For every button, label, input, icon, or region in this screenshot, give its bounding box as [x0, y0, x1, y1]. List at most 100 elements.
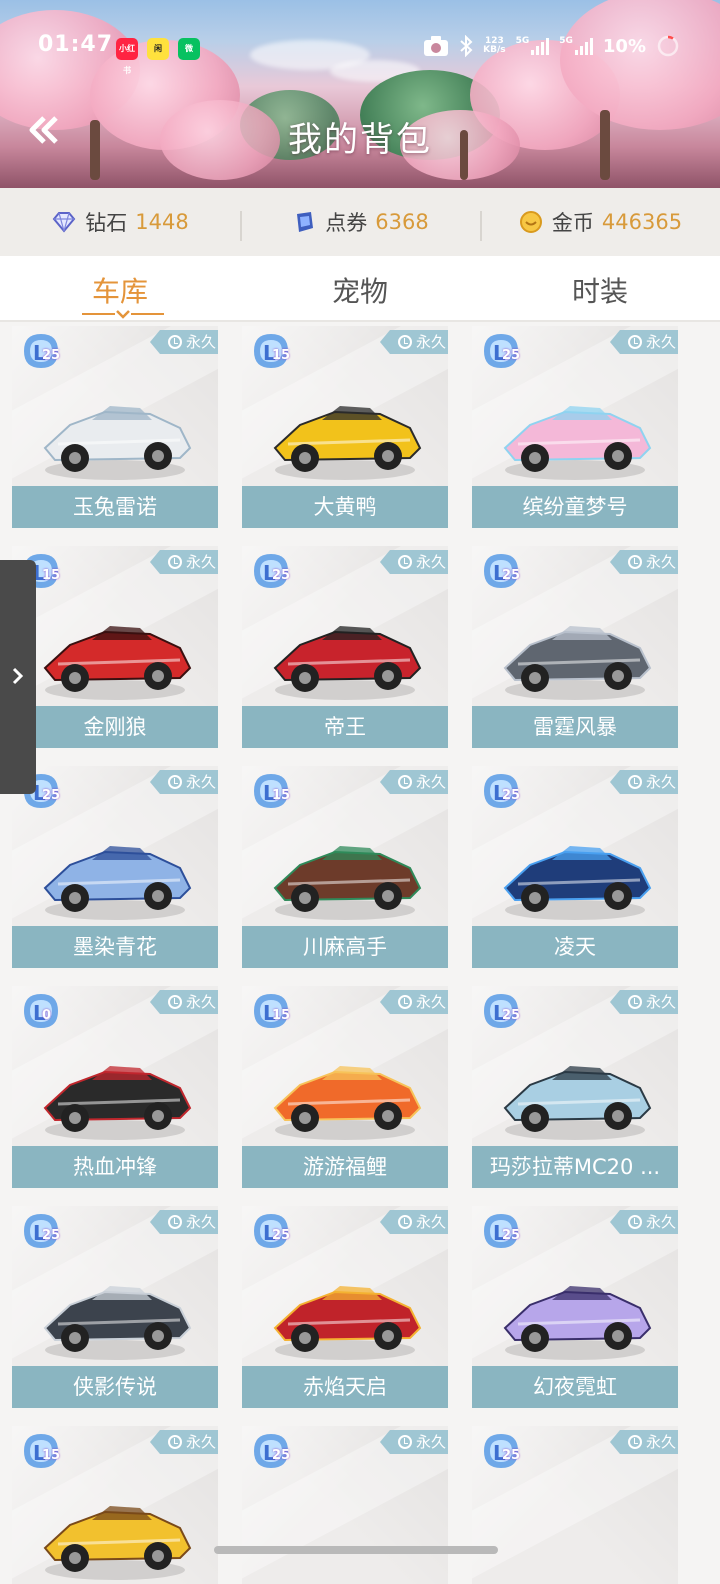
duration-tag: 永久: [379, 1210, 448, 1234]
level-value: 25: [42, 348, 61, 363]
chevron-right-icon: [12, 667, 24, 685]
diamond-icon: [52, 212, 76, 233]
level-value: 25: [502, 568, 521, 583]
vehicle-card[interactable]: L 25 永久 玛莎拉蒂MC20 ...: [472, 986, 678, 1188]
clock-icon: [397, 335, 412, 349]
vehicle-image: [273, 1066, 422, 1140]
clock-icon: [167, 1215, 182, 1229]
vehicle-image: [503, 1286, 652, 1360]
clock-icon: [397, 1215, 412, 1229]
vehicle-card[interactable]: L 25 永久 帝王: [242, 546, 448, 748]
duration-tag: 永久: [609, 1430, 678, 1454]
vehicle-name: 凌天: [472, 926, 678, 968]
clock-icon: [627, 995, 642, 1009]
vehicle-card[interactable]: L 25 永久 图片暂缺: [242, 1426, 448, 1584]
vehicle-image: [43, 1066, 192, 1140]
clock-icon: [627, 1435, 642, 1449]
duration-tag: 永久: [149, 330, 218, 354]
level-value: 15: [272, 788, 291, 803]
duration-tag: 永久: [379, 990, 448, 1014]
duration-label: 永久: [185, 773, 216, 791]
vehicle-image: [503, 626, 652, 700]
vehicle-card[interactable]: L 25 永久 缤纷童梦号: [472, 326, 678, 528]
battery-percent: 10%: [602, 35, 646, 57]
home-indicator[interactable]: [214, 1546, 498, 1554]
currency-voucher: 点券 6368: [240, 207, 480, 241]
tab-fashion[interactable]: 时装: [480, 256, 720, 320]
duration-tag: 永久: [379, 550, 448, 574]
duration-label: 永久: [185, 553, 216, 571]
duration-label: 永久: [415, 1433, 446, 1451]
vehicle-image: [273, 406, 422, 480]
clock-icon: [627, 335, 642, 349]
clock-icon: [397, 1435, 412, 1449]
vehicle-image: [273, 626, 422, 700]
vehicle-card[interactable]: L 25 永久 侠影传说: [12, 1206, 218, 1408]
vehicle-name: 游游福鲤: [242, 1146, 448, 1188]
net-speed: 123 KB/s: [483, 36, 506, 55]
vehicle-name: 金刚狼: [12, 706, 218, 748]
level-value: 25: [502, 1228, 521, 1243]
duration-label: 永久: [185, 1213, 216, 1231]
level-value: 15: [42, 1448, 61, 1463]
duration-label: 永久: [415, 993, 446, 1011]
backpack-screen: 01:47 小红书 闲 微 123 KB/s 5G 5G 10% 我的背包 钻石…: [0, 0, 720, 1584]
vehicle-card[interactable]: L 25 永久 墨染青花: [12, 766, 218, 968]
currency-coin: 金币 446365: [480, 207, 720, 241]
vehicle-card[interactable]: L 0 永久 热血冲锋: [12, 986, 218, 1188]
side-drawer-handle[interactable]: [0, 560, 36, 794]
level-value: 25: [502, 348, 521, 363]
vehicle-card[interactable]: L 25 永久 幻夜霓虹: [472, 1206, 678, 1408]
vehicle-name: 川麻高手: [242, 926, 448, 968]
duration-label: 永久: [185, 993, 216, 1011]
currency-value: 1448: [135, 210, 189, 234]
duration-tag: 永久: [379, 1430, 448, 1454]
duration-label: 永久: [645, 773, 676, 791]
duration-tag: 永久: [379, 330, 448, 354]
active-tab-indicator: [82, 310, 164, 319]
vehicle-card[interactable]: L 15 永久 游游福鲤: [242, 986, 448, 1188]
duration-tag: 永久: [149, 990, 218, 1014]
vehicle-card[interactable]: L 25 永久 凌天: [472, 766, 678, 968]
vehicle-card[interactable]: L 25 永久 赤焰天启: [242, 1206, 448, 1408]
duration-tag: 永久: [149, 550, 218, 574]
currency-value: 446365: [601, 210, 683, 234]
status-bar: 01:47 小红书 闲 微 123 KB/s 5G 5G 10%: [0, 30, 720, 75]
vehicle-image: [273, 846, 422, 920]
vehicle-name: 玉兔雷诺: [12, 486, 218, 528]
duration-label: 永久: [415, 553, 446, 571]
vehicle-name: 大黄鸭: [242, 486, 448, 528]
signal-2: 5G: [559, 37, 593, 55]
vehicle-card[interactable]: L 15 永久 川麻高手: [242, 766, 448, 968]
vehicle-card[interactable]: L 15 永久 金刚狼: [12, 546, 218, 748]
duration-tag: 永久: [609, 1210, 678, 1234]
vehicle-name: 墨染青花: [12, 926, 218, 968]
clock-icon: [627, 775, 642, 789]
vehicle-card[interactable]: L 25 永久 玉兔雷诺: [12, 326, 218, 528]
vehicle-card[interactable]: L 25 永久 图片暂缺: [472, 1426, 678, 1584]
camera-icon: [424, 36, 449, 56]
level-value: 25: [502, 1448, 521, 1463]
voucher-icon: [297, 212, 314, 232]
level-value: 15: [272, 348, 291, 363]
duration-tag: 永久: [149, 770, 218, 794]
vehicle-card[interactable]: L 15 永久: [12, 1426, 218, 1584]
battery-ring-icon: [657, 35, 679, 57]
duration-tag: 永久: [609, 550, 678, 574]
vehicle-image: [273, 1286, 422, 1360]
vehicle-card[interactable]: L 15 永久 大黄鸭: [242, 326, 448, 528]
page-title: 我的背包: [288, 120, 432, 160]
duration-tag: 永久: [609, 990, 678, 1014]
duration-tag: 永久: [609, 770, 678, 794]
level-value: 0: [42, 1008, 52, 1023]
tab-pets[interactable]: 宠物: [240, 256, 480, 320]
signal-1: 5G: [516, 37, 550, 55]
vehicle-card[interactable]: L 25 永久 雷霆风暴: [472, 546, 678, 748]
clock-icon: [397, 995, 412, 1009]
duration-label: 永久: [185, 333, 216, 351]
clock-icon: [397, 555, 412, 569]
level-value: 25: [42, 788, 61, 803]
vehicle-name: 幻夜霓虹: [472, 1366, 678, 1408]
currency-label: 金币: [551, 211, 594, 235]
xianyu-app-icon: 闲: [147, 38, 169, 60]
